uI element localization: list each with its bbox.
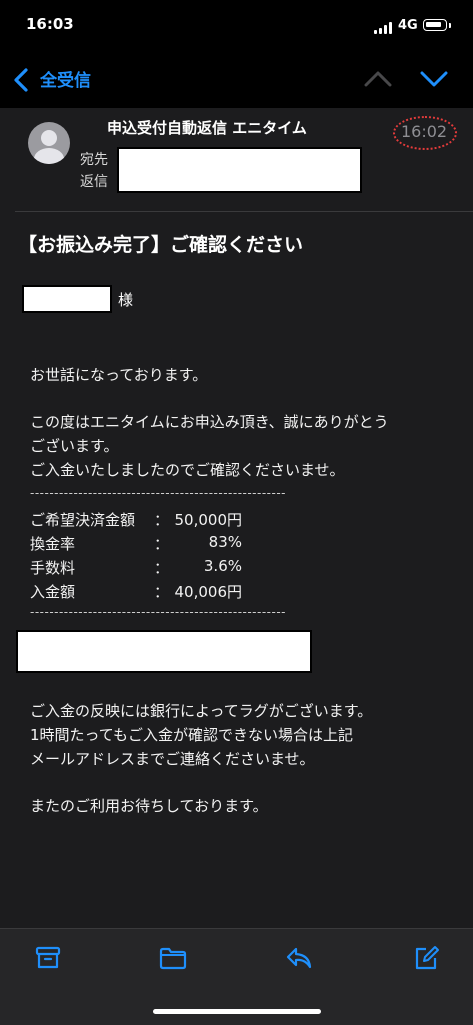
sender-name[interactable]: 申込受付自動返信 エニタイム — [107, 117, 307, 138]
closing-text: またのご利用お待ちしております。 — [30, 797, 268, 815]
honorific: 様 — [118, 291, 134, 309]
confirm-text: ご入金いたしましたのでご確認くださいませ。 — [30, 461, 345, 479]
reply-to-label: 返信 — [80, 174, 108, 190]
back-button[interactable]: 全受信 — [40, 66, 91, 91]
back-chevron-icon[interactable] — [13, 68, 29, 92]
rate-row-exchange: 換金率 ： 83% — [30, 533, 270, 555]
separator-top: ----------------------------------------… — [30, 486, 286, 500]
avatar[interactable] — [28, 122, 70, 164]
notice-text-3: メールアドレスまでご連絡くださいませ。 — [30, 750, 315, 768]
greeting-text: お世話になっております。 — [30, 366, 208, 384]
compose-icon[interactable] — [412, 944, 440, 972]
status-time: 16:03 — [26, 15, 74, 33]
redacted-block — [16, 630, 312, 673]
header-divider — [15, 211, 473, 212]
notice-text-1: ご入金の反映には銀行によってラグがございます。 — [30, 702, 373, 720]
rate-row-amount: ご希望決済金額 ： 50,000円 — [30, 509, 270, 531]
rate-row-deposit: 入金額 ： 40,006円 — [30, 581, 270, 603]
thanks-text-1: この度はエニタイムにお申込み頂き、誠にありがとう — [30, 413, 389, 431]
mail-time-highlight: 16:02 — [393, 116, 457, 150]
rate-value: 3.6% — [203, 557, 242, 575]
mail-time: 16:02 — [401, 122, 448, 141]
next-message-icon[interactable] — [420, 70, 448, 88]
rate-value: 50,000円 — [174, 511, 243, 529]
redacted-recipient — [117, 147, 362, 193]
reply-icon[interactable] — [285, 944, 313, 972]
previous-message-icon[interactable] — [364, 70, 392, 88]
home-indicator[interactable] — [153, 1009, 321, 1014]
redacted-name — [22, 285, 112, 313]
thanks-text-2: ございます。 — [30, 437, 119, 455]
signal-strength-icon — [374, 22, 394, 34]
folder-icon[interactable] — [159, 944, 187, 972]
mail-subject: 【お振込み完了】ご確認ください — [18, 234, 304, 256]
battery-icon — [423, 19, 447, 31]
archive-icon[interactable] — [34, 944, 62, 972]
network-label: 4G — [398, 18, 418, 33]
rate-value: 83% — [208, 533, 242, 551]
to-label: 宛先 — [80, 152, 108, 168]
battery-tip — [449, 23, 451, 28]
notice-text-2: 1時間たってもご入金が確認できない場合は上記 — [30, 726, 354, 744]
separator-bottom: ----------------------------------------… — [30, 605, 286, 619]
rate-row-fee: 手数料 ： 3.6% — [30, 557, 270, 579]
rate-value: 40,006円 — [174, 583, 243, 601]
